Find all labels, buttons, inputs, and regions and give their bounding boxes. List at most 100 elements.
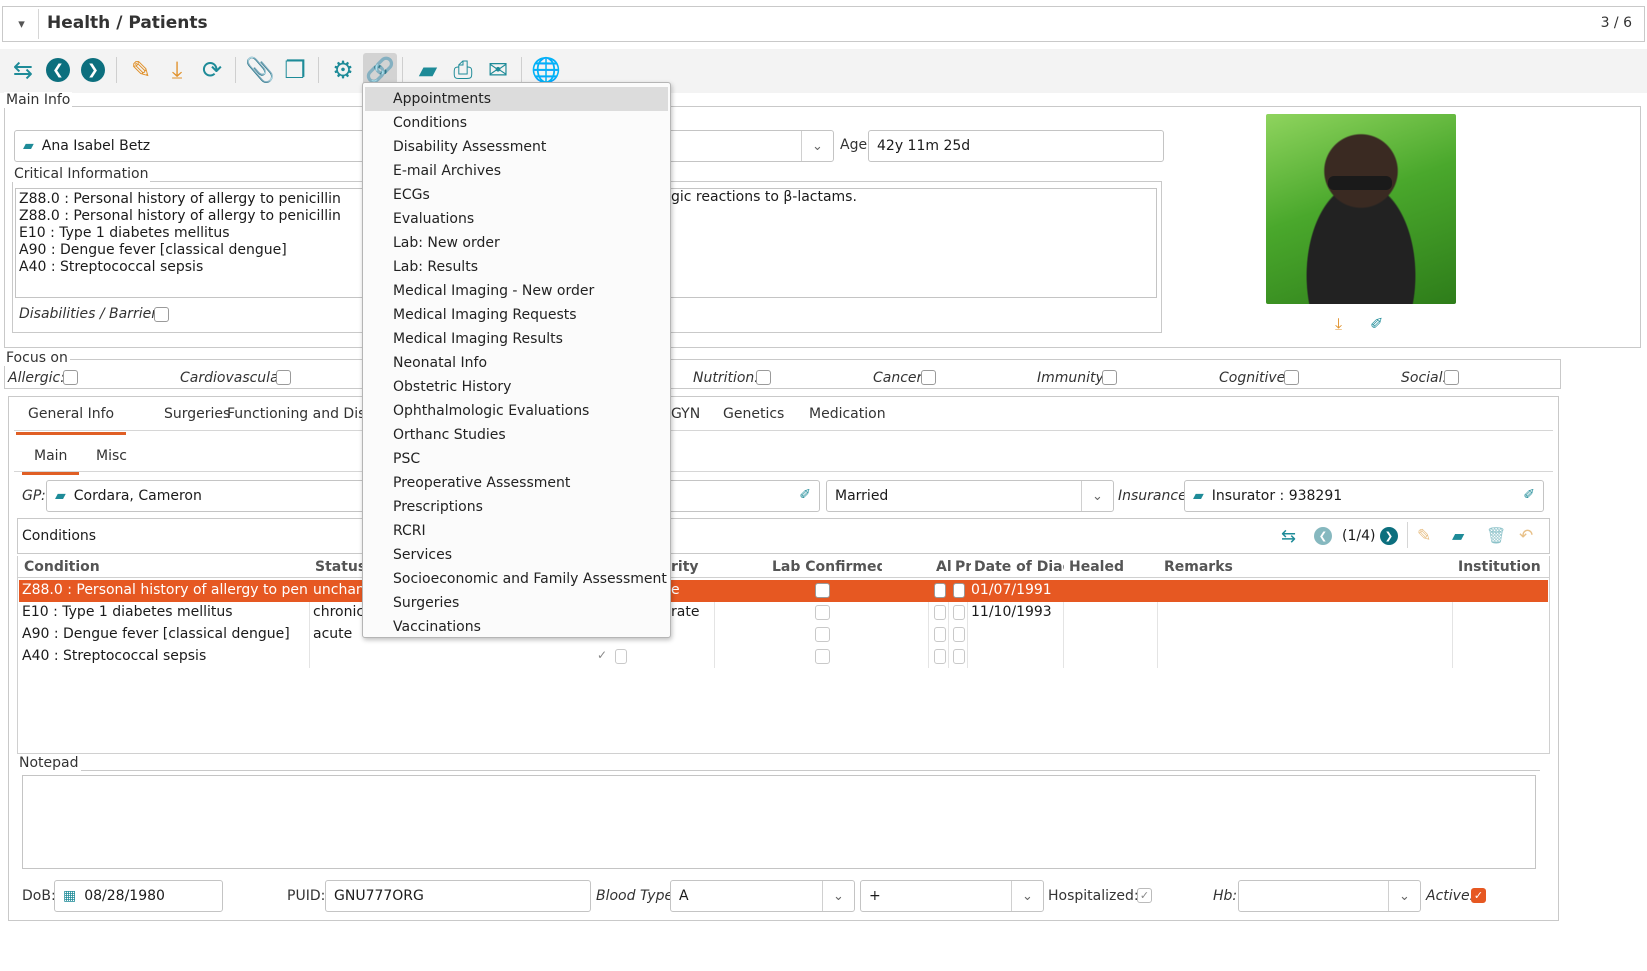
previous-record-icon[interactable]: ❮ bbox=[1314, 527, 1332, 545]
col-header-condition[interactable]: Condition bbox=[24, 559, 304, 575]
subtab-main[interactable]: Main bbox=[22, 448, 80, 475]
undo-icon[interactable]: ↶ bbox=[1519, 526, 1533, 546]
hb-select[interactable]: ⌄ bbox=[1238, 880, 1421, 912]
menu-item-imaging-new-order[interactable]: Medical Imaging - New order bbox=[365, 279, 668, 303]
edit-icon[interactable]: ✎ bbox=[124, 53, 158, 87]
subtab-misc[interactable]: Misc bbox=[96, 448, 127, 474]
chevron-down-icon[interactable]: ⌄ bbox=[1388, 881, 1420, 911]
menu-item-conditions[interactable]: Conditions bbox=[365, 111, 668, 135]
hospitalized-checkbox[interactable]: ✓ bbox=[1137, 888, 1152, 903]
import-icon[interactable]: ⤓ bbox=[160, 53, 194, 87]
pregnancy-checkbox[interactable] bbox=[953, 627, 965, 642]
menu-item-ophthalmologic[interactable]: Ophthalmologic Evaluations bbox=[365, 399, 668, 423]
tab-general-info[interactable]: General Info bbox=[16, 406, 127, 435]
clear-photo-icon[interactable]: ✐ bbox=[1370, 314, 1383, 333]
menu-item-lab-results[interactable]: Lab: Results bbox=[365, 255, 668, 279]
allergy-checkbox[interactable] bbox=[934, 649, 946, 664]
insurance-field[interactable]: ▰ Insurator : 938291 ✐ bbox=[1184, 480, 1544, 512]
menu-item-disability-assessment[interactable]: Disability Assessment bbox=[365, 135, 668, 159]
lab-confirmed-checkbox[interactable] bbox=[815, 627, 830, 642]
next-record-icon[interactable]: ❯ bbox=[76, 53, 110, 87]
chevron-down-icon[interactable]: ⌄ bbox=[1011, 881, 1043, 911]
collapse-toggle-icon[interactable]: ▾ bbox=[5, 9, 39, 39]
attachment-icon[interactable]: 📎 bbox=[243, 53, 277, 87]
col-header-pr[interactable]: Pr bbox=[955, 559, 971, 575]
puid-field[interactable]: GNU777ORG bbox=[325, 880, 591, 912]
col-header-healed[interactable]: Healed bbox=[1069, 559, 1149, 575]
menu-item-services[interactable]: Services bbox=[365, 543, 668, 567]
table-row[interactable]: Z88.0 : Personal history of allergy to p… bbox=[19, 580, 1548, 602]
edit-icon[interactable]: ✎ bbox=[1417, 526, 1431, 546]
row-checkbox[interactable] bbox=[615, 649, 627, 664]
col-header-date[interactable]: Date of Diagr bbox=[974, 559, 1064, 575]
clear-insurance-icon[interactable]: ✐ bbox=[1523, 487, 1535, 503]
menu-item-obstetric-history[interactable]: Obstetric History bbox=[365, 375, 668, 399]
col-header-lab-confirmed[interactable]: Lab Confirmed bbox=[772, 559, 882, 575]
previous-record-icon[interactable]: ❮ bbox=[41, 53, 75, 87]
menu-item-appointments[interactable]: Appointments bbox=[365, 87, 668, 111]
col-header-remarks[interactable]: Remarks bbox=[1164, 559, 1264, 575]
focus-nutrition-checkbox[interactable] bbox=[756, 370, 771, 385]
menu-item-lab-new-order[interactable]: Lab: New order bbox=[365, 231, 668, 255]
allergy-checkbox[interactable] bbox=[934, 627, 946, 642]
lab-confirmed-checkbox[interactable] bbox=[815, 583, 830, 598]
switch-view-icon[interactable]: ⇆ bbox=[6, 53, 40, 87]
notes-icon[interactable]: ❐ bbox=[278, 53, 312, 87]
clear-gp-icon[interactable]: ✐ bbox=[799, 487, 811, 503]
rh-select[interactable]: + ⌄ bbox=[860, 880, 1044, 912]
menu-item-imaging-results[interactable]: Medical Imaging Results bbox=[365, 327, 668, 351]
blood-type-select[interactable]: A ⌄ bbox=[670, 880, 855, 912]
tab-medication[interactable]: Medication bbox=[809, 406, 886, 432]
menu-item-neonatal-info[interactable]: Neonatal Info bbox=[365, 351, 668, 375]
menu-item-preoperative[interactable]: Preoperative Assessment bbox=[365, 471, 668, 495]
chevron-down-icon[interactable]: ⌄ bbox=[1081, 481, 1113, 511]
delete-icon[interactable]: 🗑 bbox=[1486, 526, 1506, 545]
table-row[interactable]: E10 : Type 1 diabetes mellitus chronic r… bbox=[19, 602, 1548, 624]
pregnancy-checkbox[interactable] bbox=[953, 605, 965, 620]
tab-functioning[interactable]: Functioning and Disab bbox=[227, 406, 383, 432]
open-folder-icon[interactable]: ▰ bbox=[1452, 526, 1464, 545]
focus-allergic-checkbox[interactable] bbox=[63, 370, 78, 385]
table-row[interactable]: A40 : Streptococcal sepsis ✓ bbox=[19, 646, 1548, 668]
focus-cardiovascular-checkbox[interactable] bbox=[276, 370, 291, 385]
menu-item-ecgs[interactable]: ECGs bbox=[365, 183, 668, 207]
table-row[interactable]: A90 : Dengue fever [classical dengue] ac… bbox=[19, 624, 1548, 646]
col-header-al[interactable]: Al bbox=[936, 559, 952, 575]
chevron-down-icon[interactable]: ⌄ bbox=[822, 881, 854, 911]
focus-cognitive-checkbox[interactable] bbox=[1284, 370, 1299, 385]
download-photo-icon[interactable]: ⤓ bbox=[1335, 314, 1342, 334]
notepad-textarea[interactable] bbox=[22, 775, 1536, 869]
focus-cancer-checkbox[interactable] bbox=[921, 370, 936, 385]
menu-item-surgeries[interactable]: Surgeries bbox=[365, 591, 668, 615]
menu-item-prescriptions[interactable]: Prescriptions bbox=[365, 495, 668, 519]
lab-confirmed-checkbox[interactable] bbox=[815, 649, 830, 664]
allergy-checkbox[interactable] bbox=[934, 605, 946, 620]
menu-item-socioeconomic[interactable]: Socioeconomic and Family Assessment bbox=[365, 567, 668, 591]
next-record-icon[interactable]: ❯ bbox=[1380, 527, 1398, 545]
pregnancy-checkbox[interactable] bbox=[953, 583, 965, 598]
tab-genetics[interactable]: Genetics bbox=[723, 406, 784, 432]
reload-icon[interactable]: ⟳ bbox=[195, 53, 229, 87]
menu-item-evaluations[interactable]: Evaluations bbox=[365, 207, 668, 231]
focus-social-checkbox[interactable] bbox=[1444, 370, 1459, 385]
tab-gyn[interactable]: GYN bbox=[671, 406, 700, 432]
disabilities-checkbox[interactable] bbox=[154, 307, 169, 322]
col-header-severity[interactable]: rity bbox=[671, 559, 761, 575]
tab-surgeries[interactable]: Surgeries bbox=[164, 406, 230, 432]
menu-item-vaccinations[interactable]: Vaccinations bbox=[365, 615, 668, 639]
menu-item-orthanc-studies[interactable]: Orthanc Studies bbox=[365, 423, 668, 447]
pregnancy-checkbox[interactable] bbox=[953, 649, 965, 664]
action-gear-icon[interactable]: ⚙ bbox=[326, 53, 360, 87]
focus-immunity-checkbox[interactable] bbox=[1102, 370, 1117, 385]
menu-item-email-archives[interactable]: E-mail Archives bbox=[365, 159, 668, 183]
menu-item-rcri[interactable]: RCRI bbox=[365, 519, 668, 543]
allergy-checkbox[interactable] bbox=[934, 583, 946, 598]
lab-confirmed-checkbox[interactable] bbox=[815, 605, 830, 620]
active-checkbox[interactable]: ✓ bbox=[1471, 888, 1486, 903]
menu-item-imaging-requests[interactable]: Medical Imaging Requests bbox=[365, 303, 668, 327]
menu-item-psc[interactable]: PSC bbox=[365, 447, 668, 471]
dob-field[interactable]: ▦ 08/28/1980 bbox=[54, 880, 223, 912]
switch-view-icon[interactable]: ⇆ bbox=[1281, 526, 1296, 547]
marital-status-select[interactable]: Married ⌄ bbox=[826, 480, 1114, 512]
chevron-down-icon[interactable]: ⌄ bbox=[801, 131, 833, 161]
